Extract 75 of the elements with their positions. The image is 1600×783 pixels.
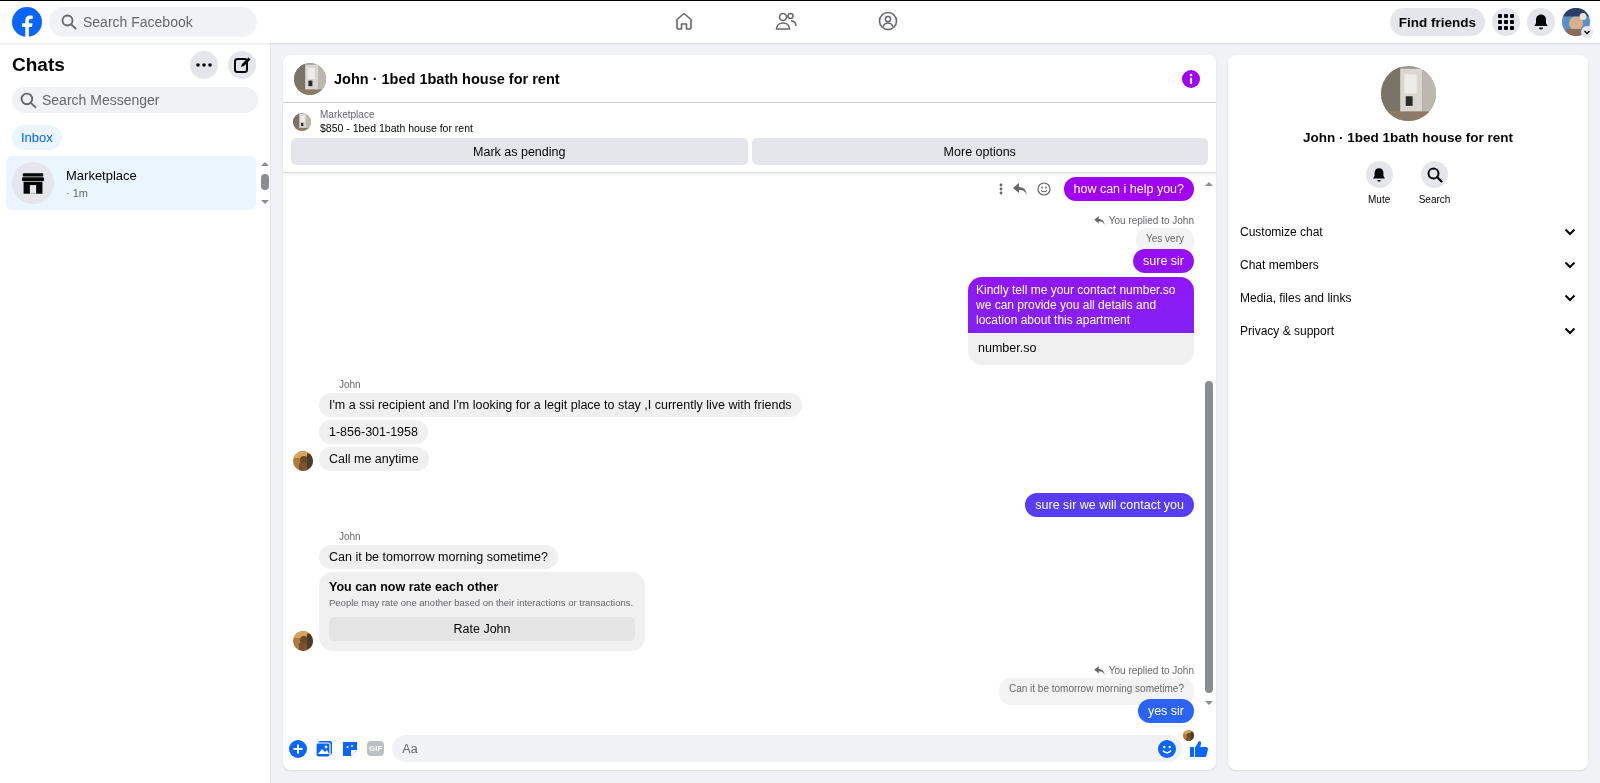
info-icon[interactable] [1182, 69, 1200, 88]
sent-message: yes sir [1137, 699, 1194, 723]
search-field[interactable]: Search Messenger [12, 87, 258, 113]
sender-name: John [338, 531, 361, 542]
grid-icon [1497, 13, 1515, 31]
received-message: I'm a ssi recipient and I'm looking for a legit place to stay ,I currently live with friends [319, 393, 802, 417]
store-icon [12, 162, 54, 204]
sender-name: John [338, 379, 361, 390]
bell-icon [1371, 166, 1388, 183]
search-icon [20, 92, 37, 109]
emoji-icon[interactable] [1036, 182, 1051, 196]
emoji-icon[interactable] [1158, 739, 1176, 758]
inbox-tab[interactable]: Inbox [12, 125, 62, 150]
reply-icon [1093, 666, 1105, 675]
mute-button[interactable] [1365, 161, 1393, 188]
thumbs-up-icon[interactable] [1190, 739, 1208, 758]
caret-icon[interactable] [1581, 26, 1593, 38]
search-button[interactable] [1421, 161, 1448, 188]
image-icon[interactable] [315, 739, 333, 758]
bell-icon [1532, 13, 1550, 31]
section-header[interactable]: Customize chat [1240, 215, 1576, 248]
received-message: 1-856-301-1958 [319, 420, 428, 444]
sent-message: sure sir we will contact you [1025, 493, 1194, 517]
sidebar-title: Chats [12, 54, 65, 76]
compose-button[interactable] [228, 51, 256, 79]
logo-icon[interactable] [12, 7, 42, 37]
notifications-button[interactable] [1527, 8, 1555, 36]
home-icon [674, 10, 694, 31]
sticker-icon[interactable] [341, 739, 359, 758]
rate-button[interactable]: Rate John [329, 617, 635, 641]
section-header[interactable]: Privacy & support [1240, 314, 1576, 347]
message-field[interactable]: Aa [392, 735, 1182, 762]
chevron-down-icon [1564, 293, 1576, 302]
reply-note: You replied to John [1108, 215, 1194, 226]
more-icon[interactable] [998, 183, 1003, 195]
more-options-button[interactable]: More options [751, 138, 1208, 165]
received-message: Can it be tomorrow morning sometime? [319, 545, 558, 569]
contact-name: John · 1bed 1bath house for rent [1303, 130, 1513, 145]
rating-text: People may rate one another based on their interactions or transactions. [329, 597, 635, 608]
chevron-down-icon [1564, 260, 1576, 269]
find-friends-button[interactable]: Find friends [1389, 8, 1485, 36]
chevron-down-icon [1564, 326, 1576, 335]
people-icon [775, 10, 797, 31]
reply-icon[interactable] [1012, 183, 1027, 195]
more-button[interactable] [190, 51, 218, 79]
compose-icon [233, 56, 251, 74]
listing-title: $850 - 1bed 1bath house for rent [320, 122, 473, 134]
search-icon [61, 14, 77, 30]
action-label: Mute [1368, 194, 1391, 205]
action-label: Search [1418, 194, 1451, 205]
reply-note: You replied to John [1108, 665, 1194, 676]
search-icon [1426, 166, 1443, 183]
rating-title: You can now rate each other [329, 580, 500, 594]
more-icon [196, 63, 212, 67]
add-icon[interactable] [289, 739, 307, 758]
listing-source: Marketplace [320, 109, 376, 120]
sent-message: sure sir [1133, 249, 1194, 273]
chat-time: · 1m [66, 186, 89, 199]
chevron-down-icon [1564, 227, 1576, 236]
scrollbar-drawing [260, 160, 270, 206]
section-header[interactable]: Media, files and links [1240, 281, 1576, 314]
chat-title: John · 1bed 1bath house for rent [334, 70, 561, 87]
chat-name: Marketplace [66, 167, 137, 183]
link-preview[interactable]: number.so [968, 333, 1194, 365]
message-text: Kindly tell me your contact number.so we can provide you all details and location about this apartment [968, 277, 1194, 333]
quoted-message: Can it be tomorrow morning sometime? [998, 678, 1194, 705]
section-header[interactable]: Chat members [1240, 248, 1576, 281]
received-message: Call me anytime [319, 447, 429, 471]
chat-list-item[interactable]: Marketplace · 1m [6, 156, 256, 210]
reply-icon [1093, 216, 1105, 225]
search-field[interactable]: Search Facebook [49, 7, 257, 37]
groups-icon [878, 10, 898, 31]
menu-button[interactable] [1492, 8, 1520, 36]
sent-message: how can i help you? [1063, 177, 1194, 201]
mark-pending-button[interactable]: Mark as pending [291, 138, 748, 165]
